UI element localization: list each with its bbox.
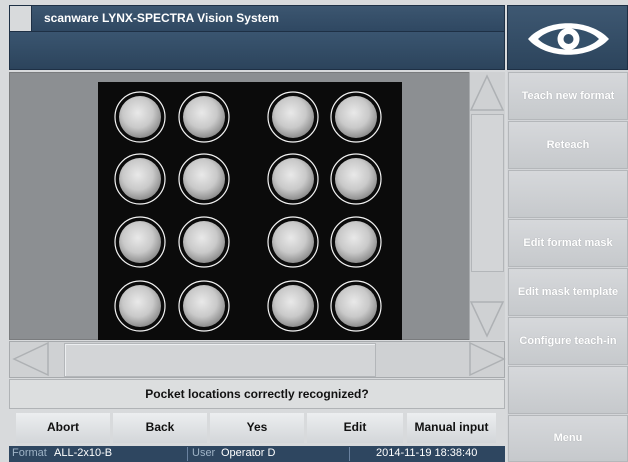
edit-mask-template-button[interactable]: Edit mask template xyxy=(508,268,628,316)
header-panel xyxy=(9,32,505,70)
back-button[interactable]: Back xyxy=(113,413,207,443)
pocket xyxy=(114,153,166,205)
pocket xyxy=(114,91,166,143)
eye-logo-icon xyxy=(528,23,609,55)
configure-teach-in-button[interactable]: Configure teach-in xyxy=(508,317,628,365)
menu-button[interactable]: Menu xyxy=(508,415,628,462)
user-value: Operator D xyxy=(221,447,276,459)
scroll-right-arrow-icon[interactable] xyxy=(466,342,506,377)
horizontal-scrollbar[interactable] xyxy=(9,341,506,378)
format-value: ALL-2x10-B xyxy=(54,447,113,459)
pocket xyxy=(267,280,319,332)
horizontal-scroll-thumb[interactable] xyxy=(64,343,376,377)
prompt-message: Pocket locations correctly recognized? xyxy=(145,387,369,401)
user-label: User xyxy=(192,447,216,459)
teach-new-format-button[interactable]: Teach new format xyxy=(508,72,628,120)
datetime: 2014-11-19 18:38:40 xyxy=(376,447,478,459)
pocket xyxy=(178,153,230,205)
status-bar: Format ALL-2x10-B User Operator D 2014-1… xyxy=(9,446,505,462)
camera-image xyxy=(98,82,402,340)
vertical-scroll-thumb[interactable] xyxy=(471,114,504,272)
format-label: Format xyxy=(12,447,47,459)
pocket xyxy=(178,216,230,268)
pocket-grid xyxy=(114,91,382,332)
reteach-button[interactable]: Reteach xyxy=(508,121,628,169)
status-divider xyxy=(187,447,188,461)
edit-button[interactable]: Edit xyxy=(307,413,403,443)
pocket xyxy=(114,280,166,332)
pocket xyxy=(267,91,319,143)
logo-panel xyxy=(507,5,628,70)
message-bar: Pocket locations correctly recognized? xyxy=(9,379,505,409)
pocket xyxy=(330,216,382,268)
scroll-down-arrow-icon[interactable] xyxy=(470,298,505,338)
yes-button[interactable]: Yes xyxy=(210,413,304,443)
side-empty-button[interactable] xyxy=(508,366,628,414)
title-bar: scanware LYNX-SPECTRA Vision System xyxy=(9,5,505,32)
pocket xyxy=(330,153,382,205)
scroll-left-arrow-icon[interactable] xyxy=(12,342,52,377)
manual-input-button[interactable]: Manual input xyxy=(407,413,496,443)
pocket xyxy=(114,216,166,268)
scroll-up-arrow-icon[interactable] xyxy=(470,74,505,114)
pocket xyxy=(178,280,230,332)
abort-button[interactable]: Abort xyxy=(16,413,110,443)
edit-format-mask-button[interactable]: Edit format mask xyxy=(508,219,628,267)
pocket xyxy=(267,216,319,268)
pocket xyxy=(330,91,382,143)
side-empty-button[interactable] xyxy=(508,170,628,218)
pocket xyxy=(267,153,319,205)
status-divider xyxy=(349,447,350,461)
app-title: scanware LYNX-SPECTRA Vision System xyxy=(44,11,279,25)
pocket xyxy=(178,91,230,143)
pocket xyxy=(330,280,382,332)
title-bar-left-block xyxy=(10,6,32,31)
vertical-scrollbar[interactable] xyxy=(469,72,505,340)
